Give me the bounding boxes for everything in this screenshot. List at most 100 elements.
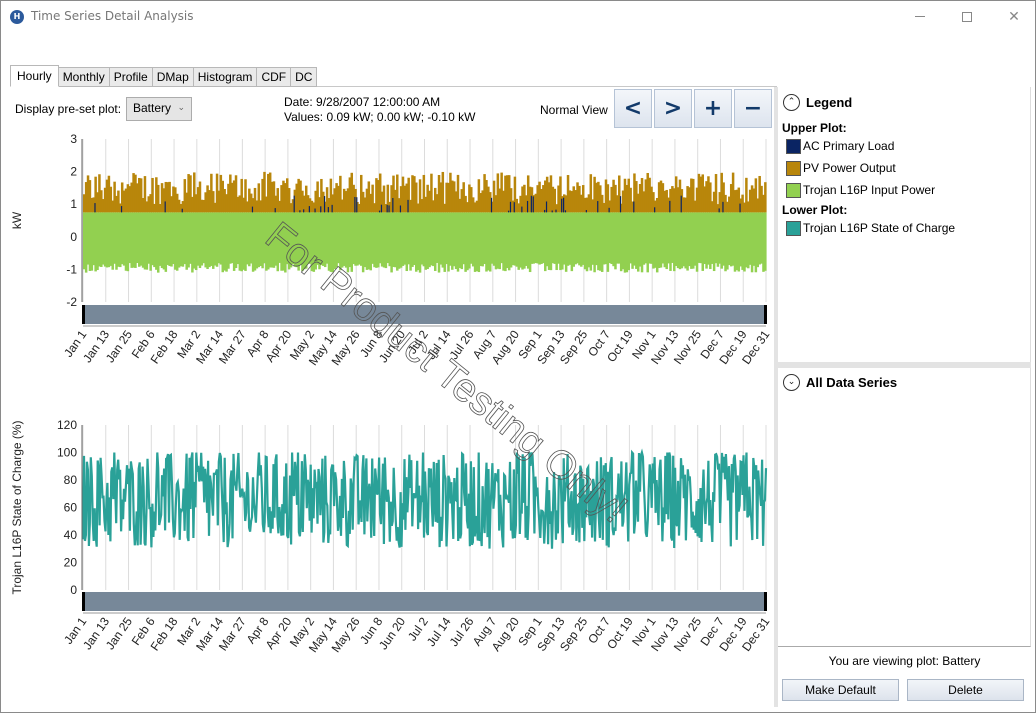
ac-load-bar	[509, 201, 512, 213]
ac-load-bar	[407, 199, 409, 213]
preset-plot-dropdown[interactable]: Battery ⌄	[126, 97, 192, 121]
ac-load-bar	[378, 210, 381, 213]
ac-load-bar	[551, 210, 553, 213]
ac-load-bar	[597, 201, 599, 213]
y-tick-label: 1	[70, 197, 77, 211]
ac-load-bar	[585, 210, 587, 213]
y-tick-label: 0	[70, 583, 77, 597]
chevron-down-icon: ⌄	[787, 377, 796, 387]
range-handle-left	[82, 592, 85, 611]
ac-load-bar	[293, 195, 295, 213]
tab-strip: Hourly Monthly Profile DMap Histogram CD…	[10, 65, 318, 87]
all-data-series-panel: ⌄ All Data Series	[778, 368, 1031, 647]
ac-load-bar	[633, 201, 635, 213]
ac-load-bar	[513, 202, 515, 213]
ac-load-bar	[320, 206, 322, 213]
minus-icon: −	[743, 96, 763, 121]
ac-load-bar	[669, 200, 671, 213]
legend-item-pv-power-output: PV Power Output	[786, 160, 896, 176]
ac-load-bar	[120, 206, 123, 213]
ac-load-bar	[386, 204, 388, 213]
ac-load-bar	[274, 208, 276, 213]
x-tick-label: Jul 26	[447, 614, 477, 649]
right-panel: ⌃ Legend Upper Plot: AC Primary Load PV …	[778, 87, 1031, 707]
ac-load-bar	[507, 210, 510, 213]
make-default-button[interactable]: Make Default	[782, 679, 899, 701]
chevron-up-icon: ⌃	[787, 97, 796, 107]
legend-item-ac-primary-load: AC Primary Load	[786, 138, 894, 154]
ac-load-bar	[181, 208, 183, 213]
tab-histogram[interactable]: Histogram	[193, 67, 258, 87]
ac-load-bar	[299, 210, 301, 213]
ac-load-bar	[380, 204, 383, 213]
legend-title: Legend	[806, 95, 853, 110]
ac-load-bar	[308, 206, 310, 213]
preset-plot-value: Battery	[133, 101, 172, 115]
ac-load-bar	[619, 196, 622, 213]
legend-swatch	[786, 160, 801, 176]
legend-label: PV Power Output	[803, 161, 896, 175]
previous-button[interactable]: <	[614, 89, 652, 128]
zoom-out-button[interactable]: −	[734, 89, 772, 128]
ac-load-bar	[739, 203, 741, 213]
ac-load-bar	[680, 195, 682, 213]
next-button[interactable]: >	[654, 89, 692, 128]
legend-label: Trojan L16P Input Power	[803, 183, 936, 197]
preset-plot-label: Display pre-set plot:	[15, 102, 122, 116]
lower-plot-label: Lower Plot:	[782, 203, 848, 217]
y-tick-label: -1	[66, 262, 77, 276]
ac-load-bar	[303, 209, 305, 213]
tab-dmap[interactable]: DMap	[152, 67, 194, 87]
tab-profile[interactable]: Profile	[109, 67, 153, 87]
tab-hourly[interactable]: Hourly	[10, 65, 59, 87]
tab-dc[interactable]: DC	[291, 67, 318, 87]
range-handle-right	[764, 305, 767, 324]
time-series-window: H Time Series Detail Analysis ✕ Hourly M…	[0, 0, 1036, 713]
ac-load-bar	[718, 208, 720, 213]
legend-label: Trojan L16P State of Charge	[803, 221, 956, 235]
ac-load-bar	[354, 197, 356, 213]
charts-svg: 3210-1-2kWJan 1Jan 13Jan 25Feb 6Feb 18Ma…	[10, 132, 773, 655]
tab-cdf[interactable]: CDF	[257, 67, 292, 87]
charts-container: 3 2 1 0 -1 -2 kW Jan 1 Jan 13 Jan 25 Feb 6 Feb 18 Ma…	[1, 131, 776, 711]
close-button[interactable]: ✕	[991, 1, 1036, 32]
legend-swatch	[786, 220, 801, 236]
close-icon: ✕	[1008, 8, 1020, 25]
delete-button[interactable]: Delete	[907, 679, 1024, 701]
range-handle-right	[764, 592, 767, 611]
cursor-info: Date: 9/28/2007 12:00:00 AM Values: 0.09…	[284, 95, 475, 125]
maximize-button[interactable]	[944, 1, 990, 32]
ac-load-bar	[561, 198, 563, 213]
ac-load-bar	[654, 207, 656, 213]
pv-output-bar	[764, 182, 767, 213]
window-title: Time Series Detail Analysis	[31, 9, 194, 23]
ac-load-bar	[327, 207, 329, 213]
ac-load-bar	[722, 201, 724, 213]
collapse-legend-button[interactable]: ⌃	[783, 94, 800, 111]
viewing-plot-text: You are viewing plot: Battery	[828, 654, 981, 668]
y-tick-label: 120	[57, 418, 77, 432]
legend-panel: ⌃ Legend Upper Plot: AC Primary Load PV …	[778, 87, 1031, 362]
ac-load-bar	[356, 197, 358, 213]
ac-load-bar	[314, 208, 316, 213]
legend-item-trojan-input-power: Trojan L16P Input Power	[786, 182, 935, 198]
legend-swatch	[786, 138, 801, 154]
legend-swatch	[786, 182, 801, 198]
legend-item-trojan-state-of-charge: Trojan L16P State of Charge	[786, 220, 955, 236]
cursor-date: Date: 9/28/2007 12:00:00 AM	[284, 95, 441, 109]
ac-load-bar	[608, 207, 610, 213]
ac-load-bar	[530, 195, 532, 213]
ac-load-bar	[562, 197, 565, 213]
cursor-values: Values: 0.09 kW; 0.00 kW; -0.10 kW	[284, 110, 476, 124]
legend-label: AC Primary Load	[803, 139, 895, 153]
tab-monthly[interactable]: Monthly	[58, 67, 110, 87]
y-tick-label: 80	[64, 473, 78, 487]
expand-series-button[interactable]: ⌄	[783, 374, 800, 391]
ac-load-bar	[323, 196, 326, 213]
chevron-left-icon: <	[623, 96, 643, 121]
input-power-bar	[764, 212, 767, 271]
y-tick-label: 2	[70, 165, 77, 179]
zoom-in-button[interactable]: +	[694, 89, 732, 128]
minimize-button[interactable]	[897, 1, 943, 32]
upper-plot-label: Upper Plot:	[782, 121, 847, 135]
